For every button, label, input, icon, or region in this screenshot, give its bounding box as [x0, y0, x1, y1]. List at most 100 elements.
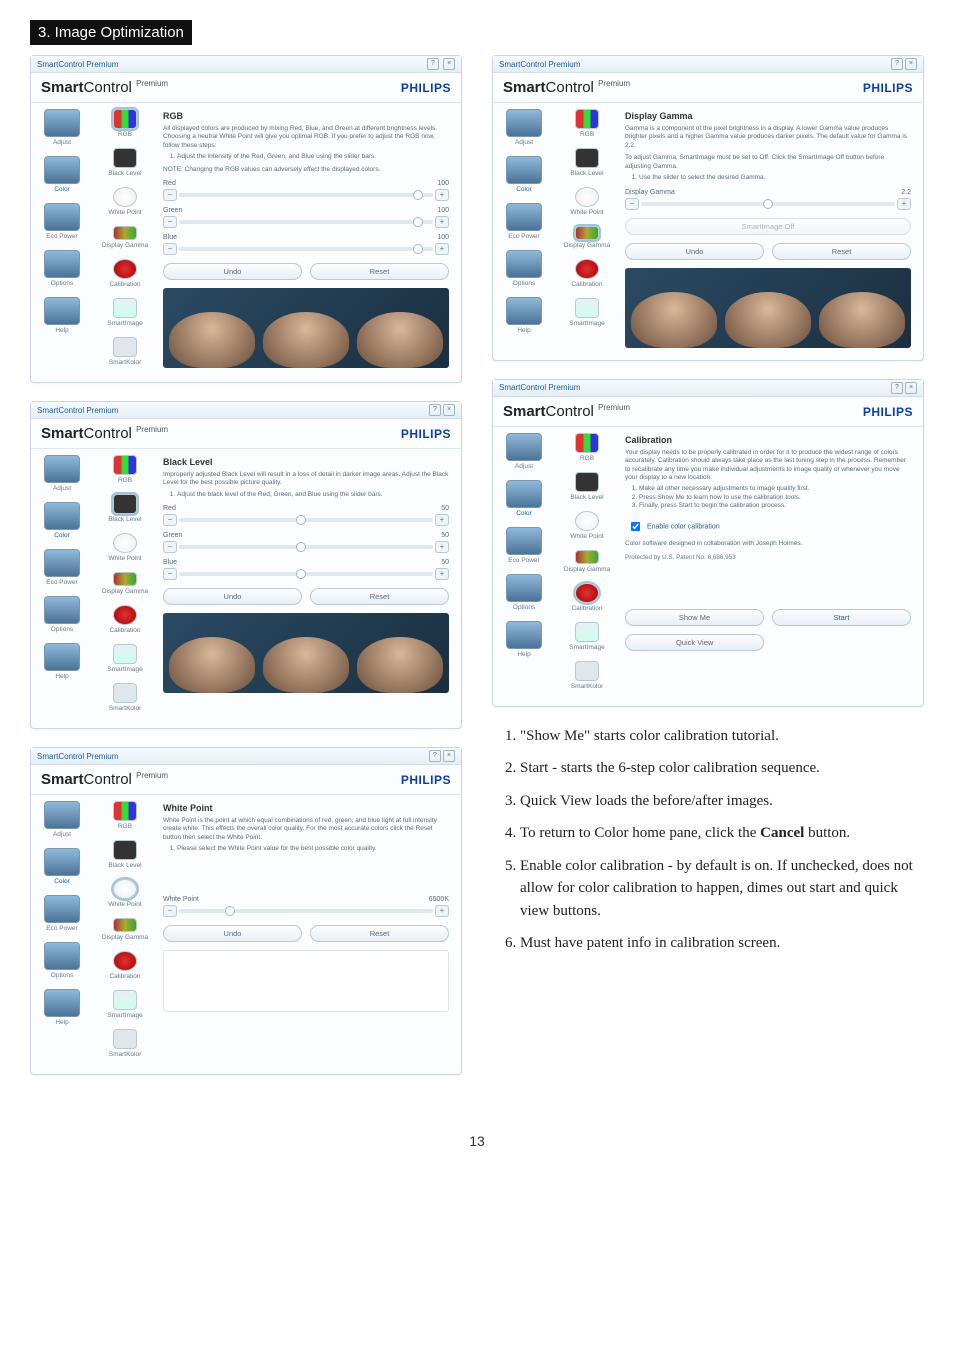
sub-rgb[interactable]: RGB [95, 801, 155, 830]
nav-adjust[interactable]: Adjust [33, 109, 91, 146]
sub-gamma[interactable]: Display Gamma [95, 918, 155, 941]
sub-simg[interactable]: SmartImage [557, 622, 617, 651]
sub-gamma[interactable]: Display Gamma [557, 226, 617, 249]
sub-black[interactable]: Black Level [95, 148, 155, 177]
gamma-slider[interactable] [641, 202, 895, 206]
sub-gamma[interactable]: Display Gamma [557, 550, 617, 573]
gamma-minus[interactable]: − [625, 198, 639, 210]
sub-simg[interactable]: SmartImage [95, 298, 155, 327]
sub-white[interactable]: White Point [95, 879, 155, 908]
help-icon[interactable]: ? [427, 58, 439, 70]
green-plus[interactable]: + [435, 216, 449, 228]
red-slider[interactable] [179, 518, 433, 522]
show-me-button[interactable]: Show Me [625, 609, 764, 626]
quick-view-button[interactable]: Quick View [625, 634, 764, 651]
smartimage-off-button[interactable]: SmartImage Off [625, 218, 911, 235]
nav-options[interactable]: Options [33, 596, 91, 633]
sub-skolor[interactable]: SmartKolor [95, 1029, 155, 1058]
sub-black[interactable]: Black Level [95, 840, 155, 869]
nav-adjust[interactable]: Adjust [33, 801, 91, 838]
undo-button[interactable]: Undo [625, 243, 764, 260]
red-minus[interactable]: − [163, 514, 177, 526]
sub-skolor[interactable]: SmartKolor [557, 661, 617, 690]
nav-color[interactable]: Color [33, 848, 91, 885]
close-icon[interactable]: × [443, 750, 455, 762]
sub-cal[interactable]: Calibration [557, 583, 617, 612]
nav-eco[interactable]: Eco Power [33, 203, 91, 240]
reset-button[interactable]: Reset [772, 243, 911, 260]
wp-plus[interactable]: + [435, 905, 449, 917]
nav-help[interactable]: Help [495, 297, 553, 334]
wp-slider[interactable] [179, 909, 433, 913]
sub-simg[interactable]: SmartImage [557, 298, 617, 327]
sub-cal[interactable]: Calibration [95, 605, 155, 634]
nav-eco[interactable]: Eco Power [495, 203, 553, 240]
sub-black[interactable]: Black Level [557, 148, 617, 177]
green-minus[interactable]: − [163, 541, 177, 553]
wp-minus[interactable]: − [163, 905, 177, 917]
nav-adjust[interactable]: Adjust [495, 433, 553, 470]
blue-plus[interactable]: + [435, 243, 449, 255]
sub-rgb[interactable]: RGB [557, 433, 617, 462]
close-icon[interactable]: × [443, 404, 455, 416]
sub-black[interactable]: Black Level [95, 494, 155, 523]
close-icon[interactable]: × [905, 58, 917, 70]
sub-black[interactable]: Black Level [557, 472, 617, 501]
nav-options[interactable]: Options [33, 250, 91, 287]
green-slider[interactable] [179, 220, 433, 224]
sub-skolor[interactable]: SmartKolor [95, 337, 155, 366]
sub-white[interactable]: White Point [557, 187, 617, 216]
blue-minus[interactable]: − [163, 568, 177, 580]
nav-eco[interactable]: Eco Power [33, 549, 91, 586]
green-slider[interactable] [179, 545, 433, 549]
green-plus[interactable]: + [435, 541, 449, 553]
blue-plus[interactable]: + [435, 568, 449, 580]
blue-slider[interactable] [179, 572, 433, 576]
sub-white[interactable]: White Point [95, 187, 155, 216]
nav-eco[interactable]: Eco Power [33, 895, 91, 932]
blue-slider[interactable] [179, 247, 433, 251]
start-button[interactable]: Start [772, 609, 911, 626]
enable-cal-checkbox[interactable]: Enable color calibration [625, 517, 911, 536]
nav-help[interactable]: Help [33, 643, 91, 680]
red-plus[interactable]: + [435, 514, 449, 526]
help-icon[interactable]: ? [429, 404, 441, 416]
nav-adjust[interactable]: Adjust [495, 109, 553, 146]
gamma-plus[interactable]: + [897, 198, 911, 210]
undo-button[interactable]: Undo [163, 263, 302, 280]
nav-color[interactable]: Color [33, 156, 91, 193]
sub-rgb[interactable]: RGB [557, 109, 617, 138]
sub-gamma[interactable]: Display Gamma [95, 572, 155, 595]
sub-gamma[interactable]: Display Gamma [95, 226, 155, 249]
sub-skolor[interactable]: SmartKolor [95, 683, 155, 712]
help-icon[interactable]: ? [891, 382, 903, 394]
nav-adjust[interactable]: Adjust [33, 455, 91, 492]
nav-help[interactable]: Help [33, 989, 91, 1026]
nav-options[interactable]: Options [33, 942, 91, 979]
reset-button[interactable]: Reset [310, 925, 449, 942]
blue-minus[interactable]: − [163, 243, 177, 255]
help-icon[interactable]: ? [891, 58, 903, 70]
nav-color[interactable]: Color [495, 480, 553, 517]
sub-white[interactable]: White Point [557, 511, 617, 540]
red-plus[interactable]: + [435, 189, 449, 201]
sub-simg[interactable]: SmartImage [95, 644, 155, 673]
nav-options[interactable]: Options [495, 250, 553, 287]
sub-cal[interactable]: Calibration [557, 259, 617, 288]
nav-options[interactable]: Options [495, 574, 553, 611]
undo-button[interactable]: Undo [163, 925, 302, 942]
nav-help[interactable]: Help [495, 621, 553, 658]
reset-button[interactable]: Reset [310, 263, 449, 280]
sub-cal[interactable]: Calibration [95, 259, 155, 288]
green-minus[interactable]: − [163, 216, 177, 228]
nav-color[interactable]: Color [33, 502, 91, 539]
reset-button[interactable]: Reset [310, 588, 449, 605]
red-minus[interactable]: − [163, 189, 177, 201]
sub-cal[interactable]: Calibration [95, 951, 155, 980]
undo-button[interactable]: Undo [163, 588, 302, 605]
sub-white[interactable]: White Point [95, 533, 155, 562]
nav-eco[interactable]: Eco Power [495, 527, 553, 564]
help-icon[interactable]: ? [429, 750, 441, 762]
close-icon[interactable]: × [905, 382, 917, 394]
close-icon[interactable]: × [443, 58, 455, 70]
